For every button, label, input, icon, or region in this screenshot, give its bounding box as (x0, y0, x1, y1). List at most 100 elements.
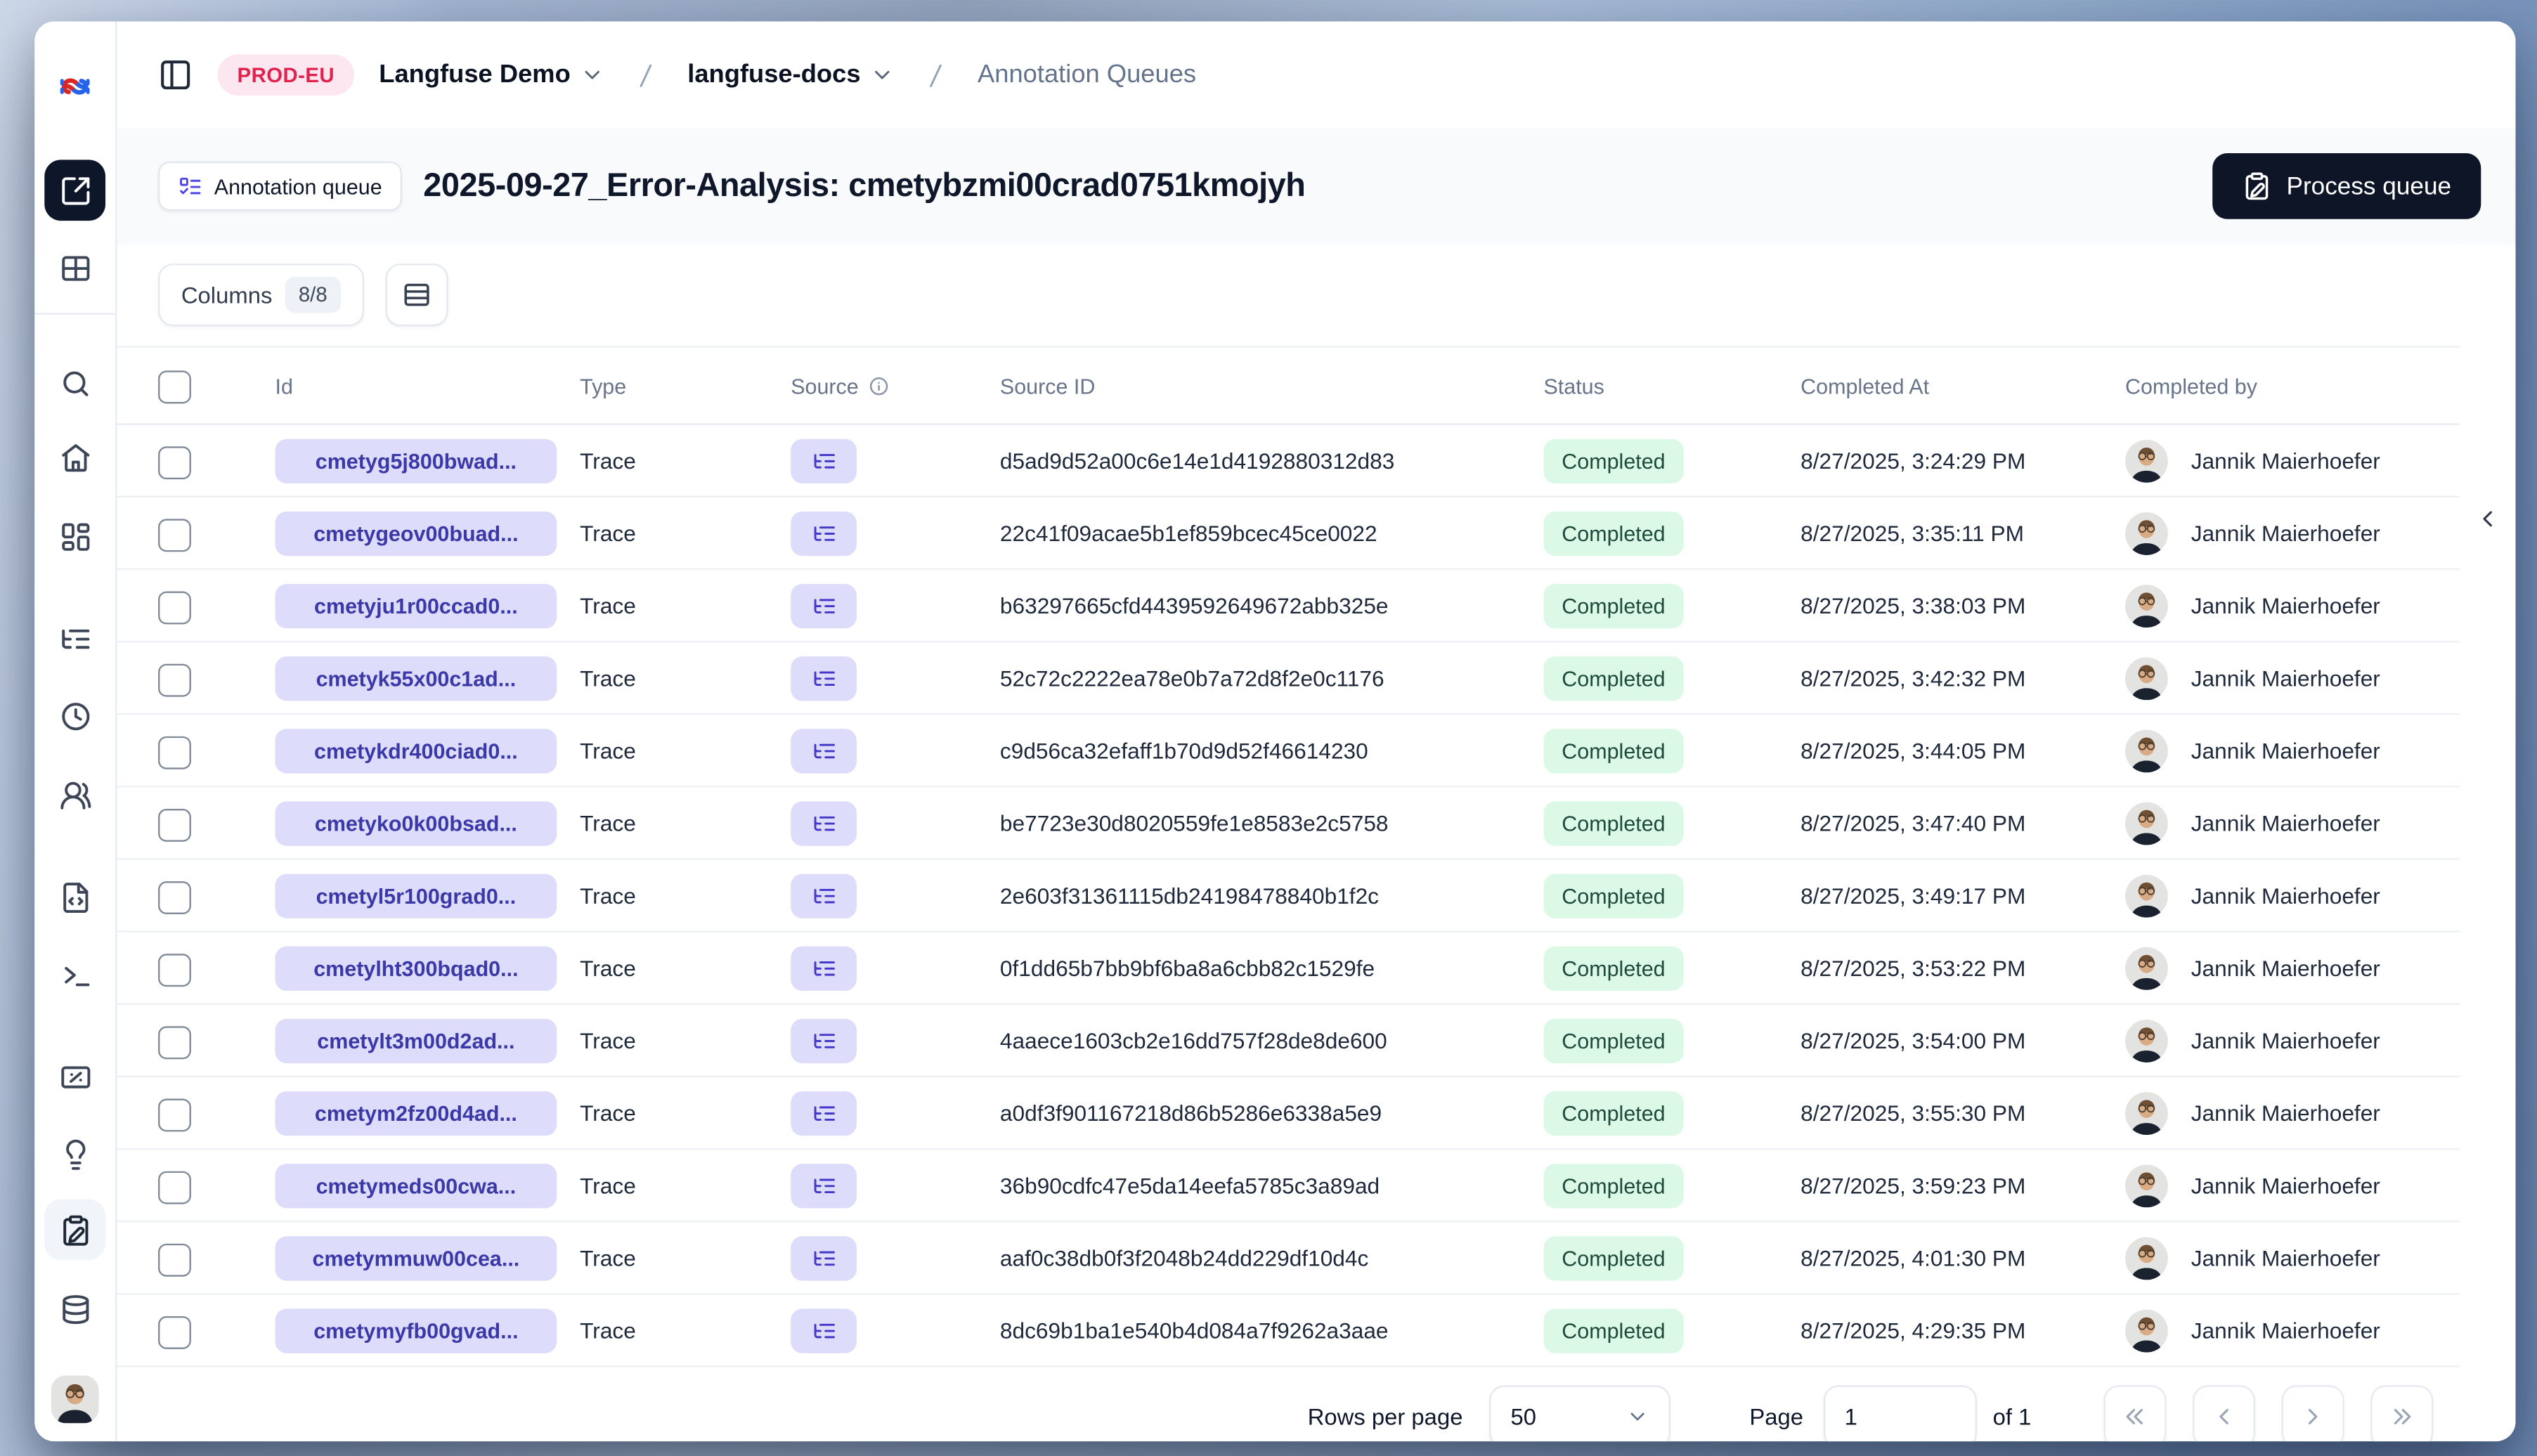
sidebar-item-sessions[interactable] (44, 685, 105, 746)
table-row[interactable]: cmetygeov00buad... Trace 22c41f09acae5b1… (115, 498, 2460, 571)
row-source-link[interactable] (791, 728, 857, 773)
page-count-label: of 1 (1992, 1403, 2032, 1430)
sidebar-item-users[interactable] (44, 765, 105, 826)
page-number-input[interactable]: 1 (1823, 1385, 1977, 1442)
row-source-link[interactable] (791, 438, 857, 483)
row-checkbox[interactable] (158, 518, 191, 552)
row-completed-at: 8/27/2025, 3:24:29 PM (1800, 448, 2026, 473)
row-checkbox[interactable] (158, 953, 191, 986)
row-source-link[interactable] (791, 873, 857, 918)
row-type: Trace (580, 1318, 636, 1343)
environment-badge[interactable]: PROD-EU (217, 54, 355, 96)
table-row[interactable]: cmetyl5r100grad0... Trace 2e603f31361115… (115, 860, 2460, 932)
layout-dashboard-icon (58, 520, 91, 553)
row-checkbox[interactable] (158, 446, 191, 479)
table-row[interactable]: cmetymyfb00gvad... Trace 8dc69b1ba1e540b… (115, 1295, 2460, 1367)
sidebar-item-insights[interactable] (44, 1124, 105, 1185)
table-row[interactable]: cmetyju1r00ccad0... Trace b63297665cfd44… (115, 570, 2460, 643)
col-header-status[interactable]: Status (1543, 348, 1604, 424)
table-row[interactable]: cmetym2fz00d4ad... Trace a0df3f901167218… (115, 1077, 2460, 1150)
row-checkbox[interactable] (158, 880, 191, 914)
terminal-icon (58, 958, 91, 991)
row-checkbox[interactable] (158, 1170, 191, 1204)
rows-per-page-select[interactable]: 50 (1488, 1385, 1670, 1442)
row-id-pill[interactable]: cmetykdr400ciad0... (275, 728, 557, 773)
table-2-icon (58, 251, 91, 284)
row-id-pill[interactable]: cmetymmuw00cea... (275, 1235, 557, 1280)
row-id-pill[interactable]: cmetym2fz00d4ad... (275, 1090, 557, 1136)
sidebar-item-annotation-queues[interactable] (44, 1199, 106, 1261)
row-source-link[interactable] (791, 800, 857, 845)
sidebar-item-datasets[interactable] (44, 1278, 105, 1339)
row-source-link[interactable] (791, 1308, 857, 1353)
table-row[interactable]: cmetyk55x00c1ad... Trace 52c72c2222ea78e… (115, 642, 2460, 715)
columns-button[interactable]: Columns 8/8 (158, 264, 364, 327)
sidebar-toggle-icon[interactable] (158, 58, 193, 92)
row-id-pill[interactable]: cmetyl5r100grad0... (275, 873, 557, 918)
user-avatar[interactable] (51, 1375, 99, 1424)
col-header-source-id[interactable]: Source ID (1000, 348, 1096, 424)
table-row[interactable]: cmetylt3m00d2ad... Trace 4aaece1603cb2e1… (115, 1005, 2460, 1078)
row-id-pill[interactable]: cmetyko0k00bsad... (275, 800, 557, 845)
table-row[interactable]: cmetymmuw00cea... Trace aaf0c38db0f3f204… (115, 1222, 2460, 1295)
row-id-pill[interactable]: cmetymeds00cwa... (275, 1162, 557, 1208)
row-checkbox[interactable] (158, 735, 191, 769)
row-source-link[interactable] (791, 1162, 857, 1208)
process-queue-button[interactable]: Process queue (2212, 153, 2481, 219)
row-id-pill[interactable]: cmetylht300bqad0... (275, 945, 557, 990)
row-source-link[interactable] (791, 945, 857, 990)
sidebar-item-dashboards[interactable] (44, 506, 105, 567)
row-height-button[interactable] (384, 264, 448, 327)
panel-collapse-button[interactable] (2465, 496, 2511, 542)
avatar (2124, 1018, 2168, 1062)
col-header-id[interactable]: Id (275, 348, 292, 424)
col-header-completed-at[interactable]: Completed At (1800, 348, 1929, 424)
trace-icon (811, 956, 836, 980)
row-id-pill[interactable]: cmetyk55x00c1ad... (275, 655, 557, 701)
col-header-completed-by[interactable]: Completed by (2125, 348, 2257, 424)
row-source-link[interactable] (791, 1090, 857, 1136)
row-checkbox[interactable] (158, 590, 191, 624)
status-badge: Completed (1543, 1162, 1684, 1208)
row-source-link[interactable] (791, 655, 857, 701)
row-id-pill[interactable]: cmetyg5j800bwad... (275, 438, 557, 483)
row-checkbox[interactable] (158, 1242, 191, 1276)
sidebar-item-home[interactable] (44, 427, 105, 488)
table-row[interactable]: cmetymeds00cwa... Trace 36b90cdfc47e5da1… (115, 1150, 2460, 1223)
row-checkbox[interactable] (158, 1025, 191, 1059)
row-checkbox[interactable] (158, 807, 191, 841)
chevron-down-icon (1626, 1405, 1649, 1429)
sidebar-item-evaluation[interactable] (44, 1046, 105, 1107)
sidebar-item-prompts[interactable] (44, 866, 105, 928)
breadcrumb-project[interactable]: langfuse-docs (687, 60, 895, 90)
row-id-pill[interactable]: cmetymyfb00gvad... (275, 1308, 557, 1353)
next-page-button[interactable] (2281, 1385, 2344, 1442)
sidebar-item-open-project[interactable] (44, 160, 106, 221)
col-header-source[interactable]: Source (791, 348, 890, 424)
previous-page-button[interactable] (2193, 1385, 2256, 1442)
first-page-button[interactable] (2103, 1385, 2167, 1442)
row-source-link[interactable] (791, 1235, 857, 1280)
table-row[interactable]: cmetylht300bqad0... Trace 0f1dd65b7bb9bf… (115, 932, 2460, 1005)
table-row[interactable]: cmetykdr400ciad0... Trace c9d56ca32efaff… (115, 715, 2460, 788)
row-source-link[interactable] (791, 583, 857, 628)
col-header-type[interactable]: Type (580, 348, 626, 424)
row-id-pill[interactable]: cmetygeov00buad... (275, 510, 557, 555)
last-page-button[interactable] (2370, 1385, 2434, 1442)
select-all-checkbox[interactable] (158, 370, 191, 404)
sidebar-item-playground[interactable] (44, 944, 105, 1005)
row-checkbox[interactable] (158, 1315, 191, 1348)
row-checkbox[interactable] (158, 663, 191, 696)
row-source-link[interactable] (791, 1018, 857, 1062)
table-row[interactable]: cmetyko0k00bsad... Trace be7723e30d80205… (115, 788, 2460, 860)
row-id-pill[interactable]: cmetylt3m00d2ad... (275, 1018, 557, 1062)
row-checkbox[interactable] (158, 1098, 191, 1131)
sidebar-item-tracing[interactable] (44, 608, 105, 669)
sidebar-item-search[interactable] (44, 353, 105, 414)
row-id-pill[interactable]: cmetyju1r00ccad0... (275, 583, 557, 628)
breadcrumb-org[interactable]: Langfuse Demo (379, 60, 605, 90)
table-row[interactable]: cmetyg5j800bwad... Trace d5ad9d52a00c6e1… (115, 425, 2460, 498)
sidebar-item-table-view[interactable] (44, 238, 105, 299)
row-source-link[interactable] (791, 510, 857, 555)
table-header: Id Type Source Source ID Status Complete… (115, 346, 2460, 425)
